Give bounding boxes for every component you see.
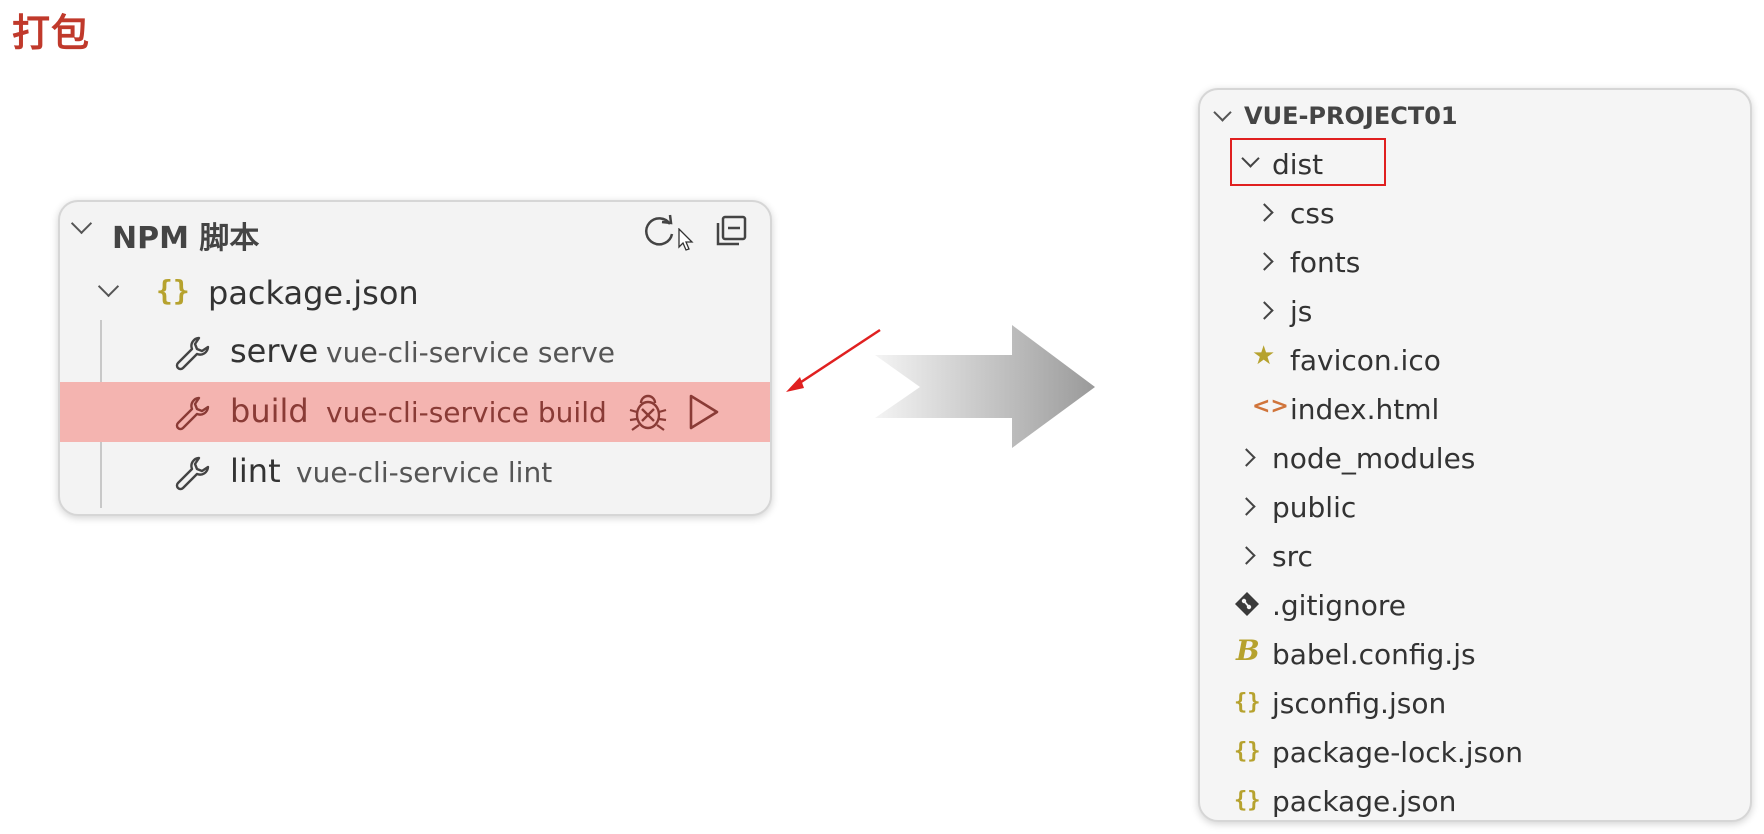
tree-item-label: node_modules bbox=[1272, 442, 1476, 475]
script-row-lint[interactable]: lint vue-cli-service lint bbox=[60, 442, 770, 502]
chevron-right-icon[interactable] bbox=[1255, 252, 1274, 271]
folder-node-modules[interactable]: node_modules bbox=[1200, 434, 1750, 480]
package-json-node[interactable]: {} package.json bbox=[60, 262, 770, 322]
tree-item-label: js bbox=[1290, 295, 1313, 328]
tree-item-label: public bbox=[1272, 491, 1357, 524]
mouse-cursor-icon bbox=[678, 227, 694, 256]
tree-item-label: fonts bbox=[1290, 246, 1361, 279]
file-package-lock[interactable]: {} package-lock.json bbox=[1200, 728, 1750, 774]
tree-item-label: dist bbox=[1272, 148, 1324, 181]
folder-public[interactable]: public bbox=[1200, 483, 1750, 529]
chevron-right-icon[interactable] bbox=[1237, 497, 1256, 516]
project-title: VUE-PROJECT01 bbox=[1244, 102, 1458, 130]
file-favicon[interactable]: ★ favicon.ico bbox=[1200, 336, 1750, 382]
script-command: vue-cli-service lint bbox=[296, 456, 553, 489]
tree-item-label: .gitignore bbox=[1272, 589, 1406, 622]
chevron-right-icon[interactable] bbox=[1237, 546, 1256, 565]
tree-item-label: index.html bbox=[1290, 393, 1440, 426]
chevron-down-icon[interactable] bbox=[1241, 149, 1260, 168]
file-explorer-panel: VUE-PROJECT01 dist css fonts js ★ favico… bbox=[1198, 88, 1752, 822]
json-braces-icon: {} bbox=[156, 274, 190, 307]
chevron-down-icon[interactable] bbox=[1213, 103, 1232, 122]
script-name: build bbox=[230, 392, 309, 430]
chevron-right-icon[interactable] bbox=[1255, 301, 1274, 320]
collapse-all-icon[interactable] bbox=[710, 210, 752, 252]
json-braces-icon: {} bbox=[1234, 690, 1261, 715]
npm-scripts-header[interactable]: NPM 脚本 bbox=[60, 202, 770, 258]
script-name: serve bbox=[230, 332, 319, 370]
run-icon[interactable] bbox=[684, 390, 722, 434]
json-braces-icon: {} bbox=[1234, 788, 1261, 813]
page-title: 打包 bbox=[12, 11, 91, 55]
git-icon bbox=[1235, 592, 1259, 616]
tree-item-label: package.json bbox=[1272, 785, 1457, 818]
refresh-icon[interactable] bbox=[638, 210, 680, 252]
script-command: vue-cli-service serve bbox=[326, 336, 616, 369]
chevron-right-icon[interactable] bbox=[1255, 203, 1274, 222]
file-jsconfig[interactable]: {} jsconfig.json bbox=[1200, 679, 1750, 725]
folder-src[interactable]: src bbox=[1200, 532, 1750, 578]
script-command: vue-cli-service build bbox=[326, 396, 607, 429]
chevron-down-icon[interactable] bbox=[97, 275, 120, 298]
file-gitignore[interactable]: .gitignore bbox=[1200, 581, 1750, 627]
debug-icon[interactable] bbox=[626, 390, 670, 434]
chevron-down-icon[interactable] bbox=[70, 212, 93, 235]
star-icon: ★ bbox=[1252, 341, 1276, 371]
tree-item-label: css bbox=[1290, 197, 1335, 230]
tree-item-label: babel.config.js bbox=[1272, 638, 1476, 671]
file-index-html[interactable]: <> index.html bbox=[1200, 385, 1750, 431]
folder-js[interactable]: js bbox=[1200, 287, 1750, 333]
explorer-project-header[interactable]: VUE-PROJECT01 bbox=[1200, 100, 1750, 136]
npm-scripts-title: NPM 脚本 bbox=[112, 221, 260, 256]
wrench-icon bbox=[175, 336, 210, 371]
package-json-label: package.json bbox=[208, 274, 419, 312]
tree-item-label: favicon.ico bbox=[1290, 344, 1441, 377]
chevron-right-icon[interactable] bbox=[1237, 448, 1256, 467]
folder-css[interactable]: css bbox=[1200, 189, 1750, 235]
json-braces-icon: {} bbox=[1234, 739, 1261, 764]
file-babel-config[interactable]: B babel.config.js bbox=[1200, 630, 1750, 676]
folder-fonts[interactable]: fonts bbox=[1200, 238, 1750, 284]
red-pointer-arrow bbox=[786, 328, 881, 392]
file-package-json[interactable]: {} package.json bbox=[1200, 777, 1750, 820]
wrench-icon bbox=[175, 456, 210, 491]
script-row-serve[interactable]: serve vue-cli-service serve bbox=[60, 322, 770, 382]
wrench-icon bbox=[175, 396, 210, 431]
script-name: lint bbox=[230, 452, 281, 490]
tree-item-label: jsconfig.json bbox=[1272, 687, 1447, 720]
folder-dist[interactable]: dist bbox=[1200, 140, 1750, 186]
html-icon: <> bbox=[1252, 394, 1289, 419]
transition-arrow bbox=[875, 325, 1095, 448]
babel-icon: B bbox=[1236, 634, 1260, 667]
tree-item-label: src bbox=[1272, 540, 1313, 573]
script-row-build[interactable]: build vue-cli-service build bbox=[60, 382, 770, 442]
npm-scripts-panel: NPM 脚本 {} package.json serve vue-cli-ser… bbox=[58, 200, 772, 516]
tree-item-label: package-lock.json bbox=[1272, 736, 1523, 769]
